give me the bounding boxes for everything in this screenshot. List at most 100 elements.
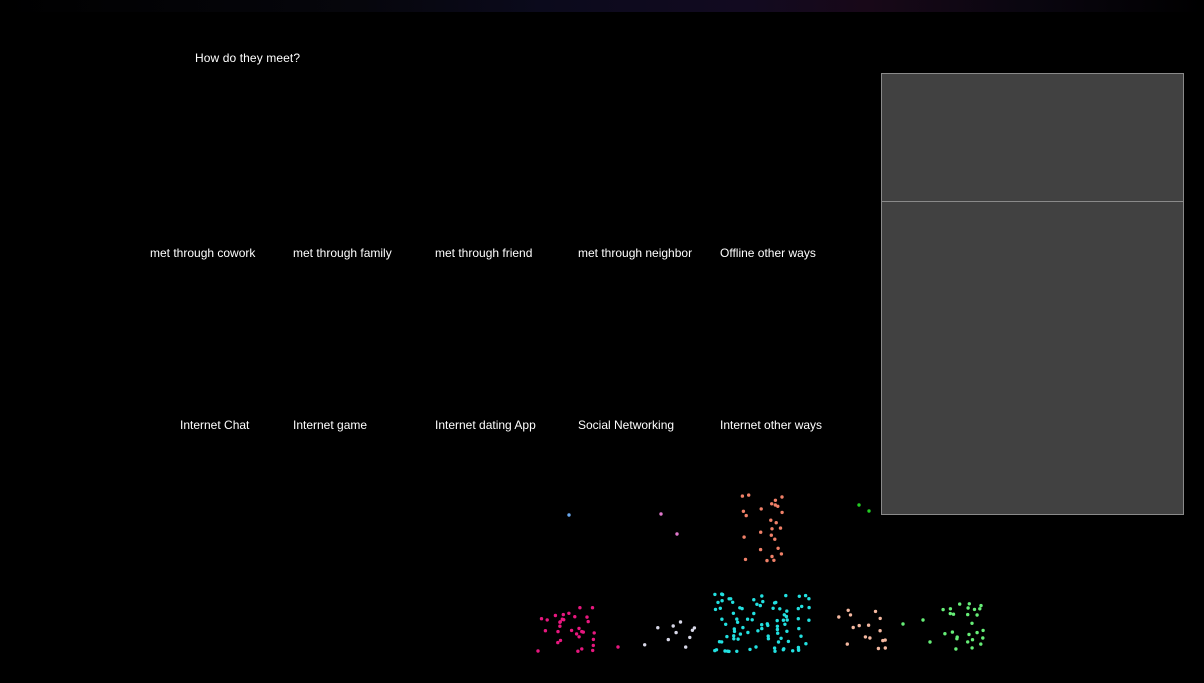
particle-dot [785, 609, 789, 613]
particle-dot [979, 642, 983, 646]
particle-dot [684, 645, 688, 649]
particle-dot [735, 617, 739, 621]
particle-dot [759, 530, 763, 534]
particle-dot [578, 606, 582, 610]
particle-dot [556, 640, 560, 645]
particle-dot [581, 630, 585, 634]
particle-dot [586, 619, 590, 624]
particle-dot [807, 618, 811, 622]
particle-dot [752, 611, 756, 616]
particle-dot [773, 537, 777, 541]
particle-dot [747, 493, 751, 497]
particle-dot [771, 606, 775, 610]
particle-dot [713, 607, 718, 612]
particle-dot [574, 632, 579, 636]
particle-dot [539, 617, 544, 621]
particle-dot [948, 611, 952, 616]
particle-dot [950, 630, 955, 634]
particle-dot [776, 640, 781, 644]
particle-dot [750, 618, 754, 622]
particle-dot [966, 640, 970, 644]
particle-dot [666, 637, 670, 642]
particle-dot [784, 614, 789, 619]
particle-dot [735, 620, 740, 624]
particle-dot [958, 602, 962, 606]
particle-dot [857, 503, 861, 507]
particle-dot [577, 635, 581, 639]
particle-dot [772, 646, 777, 650]
particle-dot [848, 613, 853, 617]
particle-dot [967, 602, 971, 606]
particle-dot [966, 612, 970, 617]
particle-dot [778, 526, 783, 530]
particle-dot [881, 638, 885, 643]
particle-dot [878, 629, 882, 633]
particle-dot [536, 649, 540, 653]
particle-dot [558, 638, 563, 643]
particle-dot [738, 632, 743, 636]
particle-dot [671, 624, 675, 628]
particle-dot [955, 637, 959, 641]
particle-dot [755, 602, 759, 606]
particle-dot [761, 599, 765, 604]
particle-dot [769, 533, 773, 537]
particle-dot [732, 634, 736, 638]
particle-dot [981, 628, 985, 633]
particle-dot [837, 615, 841, 619]
particle-dot [591, 643, 595, 648]
particle-dot [883, 646, 887, 650]
particle-dot [779, 636, 783, 640]
particle-dot [678, 620, 683, 624]
particle-dot [975, 613, 979, 617]
particle-dot [803, 593, 808, 598]
particle-dot [967, 632, 971, 637]
particle-dot [720, 592, 725, 597]
particle-dot [569, 628, 574, 633]
particle-dot [868, 636, 872, 640]
particle-dot [857, 623, 861, 628]
particle-dot [692, 626, 697, 630]
particle-dot [770, 502, 774, 506]
particle-dot [774, 521, 778, 525]
particle-dot [979, 603, 983, 608]
particle-dot [752, 598, 756, 602]
particle-dot [796, 648, 801, 652]
particle-dot [735, 649, 739, 653]
particle-dot [951, 612, 956, 616]
particle-dot [775, 618, 779, 623]
particle-dot [760, 626, 764, 631]
particle-dot [720, 599, 724, 603]
particle-dot [867, 509, 871, 513]
particle-dot [592, 631, 596, 635]
particle-dot [748, 647, 752, 652]
particle-dot [567, 513, 571, 517]
particle-dot [732, 629, 737, 634]
particle-dot [723, 649, 727, 653]
particle-dot [576, 649, 580, 653]
particle-dot [567, 611, 571, 615]
particle-dot [775, 627, 780, 632]
particle-dot [585, 615, 589, 619]
particle-dot [797, 594, 801, 598]
particle-dot [720, 617, 724, 621]
particle-dot [778, 607, 782, 611]
particle-dot [780, 510, 784, 515]
particle-dot [943, 632, 947, 636]
particle-dot [846, 608, 850, 612]
particle-dot [954, 647, 958, 651]
particle-dot [928, 640, 932, 644]
particle-dot [740, 606, 744, 611]
particle-dot [966, 606, 970, 610]
particle-dot [769, 518, 773, 522]
particle-dot [731, 611, 736, 615]
particle-dot [796, 617, 800, 621]
particle-dot [731, 600, 735, 604]
particle-dot [780, 495, 784, 499]
particle-dot [866, 623, 871, 627]
particle-dot [972, 607, 977, 612]
particle-dot [643, 643, 647, 647]
particle-dot [776, 631, 780, 635]
particle-dot [783, 622, 787, 626]
particle-dot [573, 615, 577, 619]
particle-dot [758, 547, 763, 552]
